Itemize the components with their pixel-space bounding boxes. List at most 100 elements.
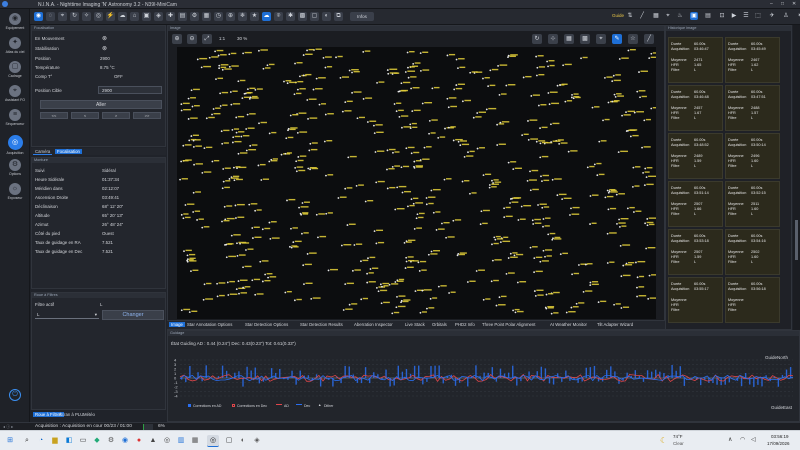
lock-icon[interactable]: ⊡	[718, 12, 726, 20]
rotate-icon[interactable]: ↻	[532, 34, 542, 44]
nina-taskbar-icon[interactable]: ◎	[207, 435, 219, 447]
step-back-button[interactable]: <	[71, 112, 99, 119]
grid-overlay-icon[interactable]: ▦	[564, 34, 574, 44]
nav-item-imaging[interactable]: ◎ Acquisition	[0, 135, 30, 155]
list-icon[interactable]: ☰	[742, 12, 750, 20]
app2-icon[interactable]: ◉	[119, 435, 131, 447]
app10-icon[interactable]: ◈	[251, 435, 263, 447]
tab-weather-monitor[interactable]: AI Weather Monitor	[550, 322, 587, 327]
tab-weather[interactable]: Météo	[81, 412, 97, 417]
pattern-button[interactable]: ✱	[286, 12, 295, 21]
close-button[interactable]: ✕	[792, 1, 796, 7]
settings-app-icon[interactable]: ⚙	[105, 435, 117, 447]
polar-button[interactable]: ★	[250, 12, 259, 21]
app-icon[interactable]: ◆	[91, 435, 103, 447]
target-position-input[interactable]: 2900	[98, 86, 162, 94]
script-button[interactable]: ▤	[178, 12, 187, 21]
telescope-button[interactable]: ✧	[82, 12, 91, 21]
history-item[interactable]: Durée 60.00s Acquisition 03:46:48 Moyenne 245…	[668, 85, 723, 131]
app4-icon[interactable]: ▲	[147, 435, 159, 447]
guider-button[interactable]: ◎	[94, 12, 103, 21]
tray-chevron-icon[interactable]: ∧	[728, 436, 732, 443]
nav-item-options[interactable]: ⚙ Options	[0, 159, 30, 176]
pin-icon[interactable]: ⬚	[754, 12, 762, 20]
tab-image[interactable]: Image	[169, 322, 185, 327]
history-item[interactable]: Durée 60.00s Acquisition 03:56:18 Moyenne HFR…	[725, 277, 780, 323]
filter-select[interactable]: L ▾	[35, 310, 99, 319]
search-icon[interactable]: ⌕	[21, 435, 33, 447]
app5-icon[interactable]: ◎	[161, 435, 173, 447]
history-item[interactable]: Durée 60.00s Acquisition 03:50:14 Moyenne 249…	[725, 133, 780, 179]
clock-date[interactable]: 17/09/2026	[767, 441, 790, 446]
nav-item-exposer[interactable]: ☼ Exposeur	[0, 183, 30, 200]
tab-three-point-polar[interactable]: Three Point Polar Alignment	[482, 322, 536, 327]
flatpanel-button[interactable]: ▣	[142, 12, 151, 21]
history-item[interactable]: Durée 60.00s Acquisition 03:52:15 Moyenne 251…	[725, 181, 780, 227]
fit-icon[interactable]: ⤢	[202, 34, 212, 44]
tab-aberration-inspector[interactable]: Aberration Inspector	[354, 322, 393, 327]
windows-start-icon[interactable]: ⊞	[4, 435, 16, 447]
safety-button[interactable]: ◈	[154, 12, 163, 21]
zoom-ratio-button[interactable]: 1:1	[217, 34, 227, 44]
settings-button[interactable]: ⚙	[190, 12, 199, 21]
history-item[interactable]: Durée 60.00s Acquisition 03:51:14 Moyenne 250…	[668, 181, 723, 227]
power-icon[interactable]: ⏻	[9, 389, 21, 401]
camera-cooler-button[interactable]: ❄	[238, 12, 247, 21]
zoom-in-icon[interactable]: ⊕	[172, 34, 182, 44]
cloud-sync-button[interactable]: ☁	[262, 12, 271, 21]
clipboard-button[interactable]: ▢	[310, 12, 319, 21]
app8-icon[interactable]: ▢	[223, 435, 235, 447]
ruler-icon[interactable]: ╱	[638, 12, 646, 20]
app9-icon[interactable]: ◐	[237, 435, 249, 447]
telescope-icon[interactable]: ✈	[768, 12, 776, 20]
crosshair-icon[interactable]: ⊹	[548, 34, 558, 44]
palette-button[interactable]: ◐	[322, 12, 331, 21]
history-scroll-thumb[interactable]	[795, 220, 798, 260]
flame-icon[interactable]: ♨	[676, 12, 684, 20]
minimize-button[interactable]: –	[770, 1, 773, 7]
nav-item-focus[interactable]: ⌖ Assistant FO	[0, 85, 30, 102]
pen-icon[interactable]: ╱	[644, 34, 654, 44]
wifi-icon[interactable]: ◠	[740, 436, 745, 443]
history-item[interactable]: Durée 60.00s Acquisition 03:48:52 Moyenne 248…	[668, 133, 723, 179]
volume-icon[interactable]: ◁	[751, 436, 756, 443]
tab-live-stack[interactable]: Live Stack	[405, 322, 425, 327]
change-filter-button[interactable]: Changer	[102, 310, 164, 320]
maximize-button[interactable]: □	[781, 1, 784, 7]
weather-button[interactable]: ☁	[118, 12, 127, 21]
history-item[interactable]: Durée 60.00s Acquisition 03:47:51 Moyenne 248…	[725, 85, 780, 131]
power-box-button[interactable]: ▦	[202, 12, 211, 21]
target-button[interactable]: ⊕	[226, 12, 235, 21]
move-button[interactable]: Aller	[40, 100, 162, 109]
switch-button[interactable]: ⚡	[106, 12, 115, 21]
focus-target-button[interactable]: ⌾	[274, 12, 283, 21]
tab-tilt-adapter[interactable]: Tilt Adapter Wizard	[597, 322, 633, 327]
camera-button[interactable]: ◉	[34, 12, 43, 21]
history-item[interactable]: Durée 60.00s Acquisition 03:53:18 Moyenne 250…	[668, 229, 723, 275]
tab-focuser[interactable]: Focalisation	[55, 149, 82, 154]
nav-item-atlas[interactable]: ✦ Atlas du ciel	[0, 37, 30, 54]
tab-star-annotation[interactable]: Star Annotation Options	[187, 322, 232, 327]
nav-item-framing[interactable]: ▢ Cadrage	[0, 61, 30, 78]
nav-item-sequencer[interactable]: ≡ Séquenceur	[0, 109, 30, 126]
person-icon[interactable]: ♙	[782, 12, 790, 20]
filterwheel-button[interactable]: ◌	[46, 12, 55, 21]
history-item[interactable]: Durée 60.00s Acquisition 03:54:16 Moyenne 250…	[725, 229, 780, 275]
history-item[interactable]: Durée 60.00s Acquisition 03:46:47 Moyenne 247…	[668, 37, 723, 83]
tab-phd2-info[interactable]: PHD2 Info	[455, 322, 475, 327]
clock-button[interactable]: ◷	[214, 12, 223, 21]
file-explorer-icon[interactable]: ▆	[49, 435, 61, 447]
store-icon[interactable]: ◧	[63, 435, 75, 447]
app6-icon[interactable]: ▥	[175, 435, 187, 447]
focuser-button[interactable]: ⌖	[58, 12, 67, 21]
dome-button[interactable]: ⌂	[130, 12, 139, 21]
grid-button[interactable]: ▩	[298, 12, 307, 21]
history-item[interactable]: Durée 60.00s Acquisition 03:55:17 Moyenne HFR…	[668, 277, 723, 323]
rotator-button[interactable]: ↻	[70, 12, 79, 21]
stars-icon[interactable]: ✶	[796, 12, 800, 20]
edge-icon[interactable]: ◔	[35, 435, 47, 447]
grid-icon[interactable]: ▦	[652, 12, 660, 20]
star-icon[interactable]: ☆	[628, 34, 638, 44]
step-forward-large-button[interactable]: >>	[133, 112, 161, 119]
history-scrollbar[interactable]	[793, 25, 800, 330]
